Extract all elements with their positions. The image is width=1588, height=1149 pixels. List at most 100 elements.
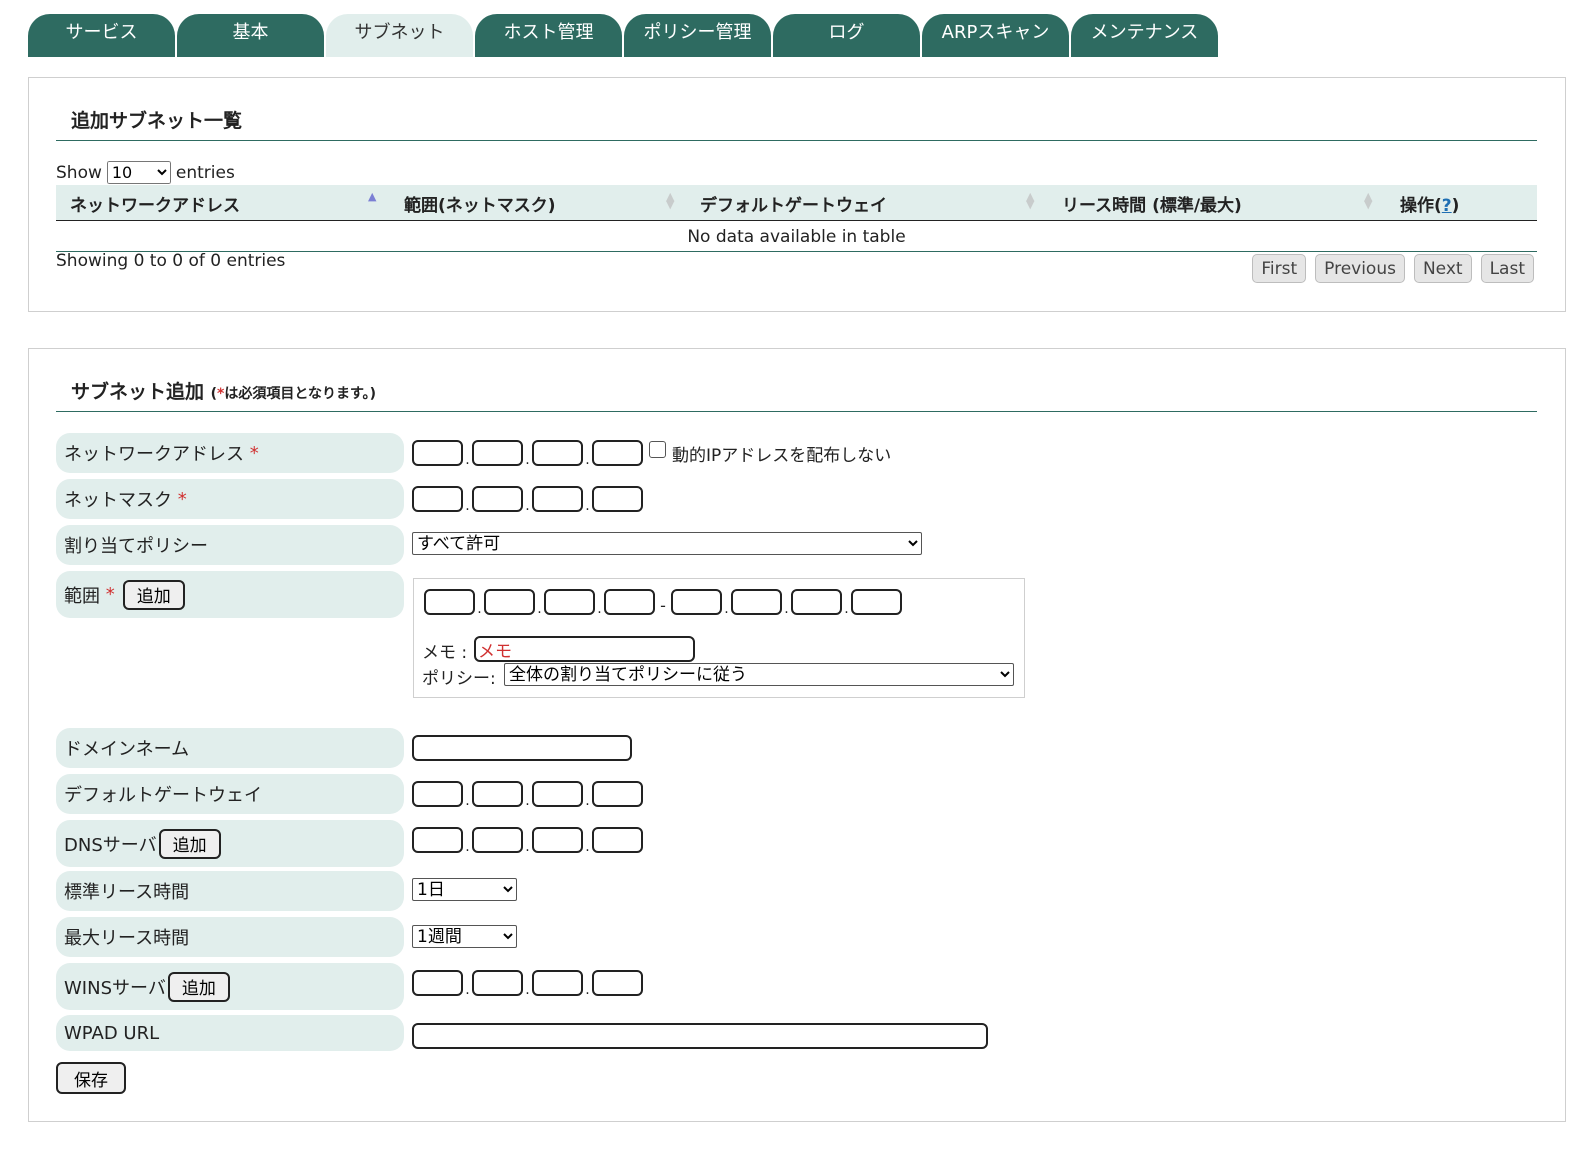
save-button[interactable]: 保存	[56, 1062, 126, 1094]
wins-octet-3[interactable]	[532, 970, 583, 996]
help-link[interactable]: ?	[1442, 196, 1452, 216]
page-size-select[interactable]: 10	[106, 161, 171, 184]
netmask-octet-2[interactable]	[472, 486, 523, 512]
range-start-octet-1[interactable]	[424, 589, 475, 615]
gateway-octet-3[interactable]	[532, 781, 583, 807]
required-mark: *	[249, 442, 259, 464]
required-mark: *	[177, 488, 187, 510]
required-note: (*は必須項目となります。)	[211, 386, 376, 402]
max-lease-label: 最大リース時間	[56, 917, 404, 957]
range-add-button[interactable]: 追加	[122, 579, 185, 610]
max-lease-select[interactable]: 1週間	[412, 925, 517, 948]
domain-name-input[interactable]	[412, 735, 632, 761]
tab-services[interactable]: サービス	[28, 14, 175, 57]
range-end-octet-1[interactable]	[671, 589, 722, 615]
empty-table-message: No data available in table	[56, 222, 1537, 252]
column-default-gateway[interactable]: デフォルトゲートウェイ	[700, 191, 887, 216]
dns-server-label: DNSサーバ 追加	[56, 820, 404, 867]
netmask-input: . . .	[412, 486, 643, 513]
pagination: First Previous Next Last	[1252, 254, 1534, 283]
next-page-button[interactable]: Next	[1413, 254, 1472, 283]
tab-maintenance[interactable]: メンテナンス	[1071, 14, 1218, 57]
netmask-octet-3[interactable]	[532, 486, 583, 512]
range-start-octet-2[interactable]	[484, 589, 535, 615]
default-gateway-input: . . .	[412, 781, 643, 808]
tab-log[interactable]: ログ	[773, 14, 920, 57]
first-page-button[interactable]: First	[1252, 254, 1307, 283]
sort-asc-icon[interactable]: ▲	[368, 191, 376, 202]
show-label: Show	[56, 162, 102, 183]
sort-both-icon[interactable]: ▲ ▼	[1364, 191, 1372, 210]
sort-both-icon[interactable]: ▲ ▼	[666, 191, 674, 210]
netmask-octet-4[interactable]	[592, 486, 643, 512]
previous-page-button[interactable]: Previous	[1315, 254, 1405, 283]
network-address-octet-3[interactable]	[532, 440, 583, 466]
subnet-list-title: 追加サブネット一覧	[71, 110, 243, 132]
range-start-octet-4[interactable]	[604, 589, 655, 615]
dns-octet-1[interactable]	[412, 827, 463, 853]
domain-name-text: ドメインネーム	[64, 739, 190, 760]
no-dynamic-ip-label: 動的IPアドレスを配布しない	[672, 446, 892, 466]
tab-arp-scan[interactable]: ARPスキャン	[922, 14, 1069, 57]
dns-octet-3[interactable]	[532, 827, 583, 853]
gateway-octet-4[interactable]	[592, 781, 643, 807]
policy-label: 割り当てポリシー	[56, 525, 404, 565]
range-end-octet-3[interactable]	[791, 589, 842, 615]
wins-octet-4[interactable]	[592, 970, 643, 996]
tab-subnet[interactable]: サブネット	[326, 14, 473, 57]
subnet-add-heading: サブネット追加	[71, 381, 205, 403]
gateway-octet-1[interactable]	[412, 781, 463, 807]
column-operations: 操作(?)	[1400, 191, 1459, 216]
memo-input[interactable]	[474, 636, 695, 662]
network-address-octet-2[interactable]	[472, 440, 523, 466]
memo-label: メモ :	[422, 643, 468, 663]
column-network-address[interactable]: ネットワークアドレス	[70, 191, 240, 216]
dns-server-text: DNSサーバ	[64, 834, 157, 856]
operations-suffix: )	[1451, 196, 1460, 216]
table-header: ネットワークアドレス ▲ 範囲(ネットマスク) ▲ ▼ デフォルトゲートウェイ ▲…	[56, 185, 1537, 221]
range-end-octet-2[interactable]	[731, 589, 782, 615]
gateway-octet-2[interactable]	[472, 781, 523, 807]
wins-octet-2[interactable]	[472, 970, 523, 996]
sort-both-icon[interactable]: ▲ ▼	[1026, 191, 1034, 210]
subnet-add-title: サブネット追加 (*は必須項目となります。)	[71, 377, 376, 404]
subnet-list-panel: 追加サブネット一覧 Show 10 entries ネットワークアドレス ▲ 範…	[28, 77, 1566, 312]
wpad-url-text: WPAD URL	[64, 1022, 160, 1044]
standard-lease-select[interactable]: 1日	[412, 878, 517, 901]
domain-name-label: ドメインネーム	[56, 728, 404, 768]
dns-server-input: . . .	[412, 827, 643, 854]
tab-host-management[interactable]: ホスト管理	[475, 14, 622, 57]
dns-octet-4[interactable]	[592, 827, 643, 853]
dns-octet-2[interactable]	[472, 827, 523, 853]
table-info: Showing 0 to 0 of 0 entries	[56, 251, 286, 271]
standard-lease-text: 標準リース時間	[64, 882, 190, 903]
range-start-octet-3[interactable]	[544, 589, 595, 615]
netmask-text: ネットマスク	[64, 490, 172, 511]
note-text: は必須項目となります。	[224, 386, 370, 402]
wpad-url-input[interactable]	[412, 1023, 988, 1049]
range-text: 範囲	[64, 585, 100, 607]
network-address-octet-1[interactable]	[412, 440, 463, 466]
range-policy-select[interactable]: 全体の割り当てポリシーに従う	[504, 663, 1014, 686]
policy-text: 割り当てポリシー	[64, 536, 208, 557]
tab-policy-management[interactable]: ポリシー管理	[624, 14, 771, 57]
range-label: 範囲 * 追加	[56, 571, 404, 618]
note-close: )	[369, 386, 376, 402]
dns-add-button[interactable]: 追加	[158, 828, 221, 859]
wins-add-button[interactable]: 追加	[167, 971, 230, 1002]
range-end-octet-4[interactable]	[851, 589, 902, 615]
netmask-label: ネットマスク *	[56, 479, 404, 519]
netmask-octet-1[interactable]	[412, 486, 463, 512]
required-mark: *	[105, 584, 115, 605]
tab-basic[interactable]: 基本	[177, 14, 324, 57]
range-entry-box: . . . - . . . メモ : ポリシー: 全体の割り当てポリシーに従う	[413, 578, 1025, 698]
no-dynamic-ip-checkbox[interactable]	[649, 441, 666, 458]
network-address-octet-4[interactable]	[592, 440, 643, 466]
default-gateway-label: デフォルトゲートウェイ	[56, 774, 404, 814]
column-lease-time[interactable]: リース時間 (標準/最大)	[1062, 191, 1242, 216]
policy-select[interactable]: すべて許可	[412, 532, 922, 555]
wins-octet-1[interactable]	[412, 970, 463, 996]
range-policy-label: ポリシー:	[422, 669, 496, 689]
last-page-button[interactable]: Last	[1480, 254, 1534, 283]
column-range[interactable]: 範囲(ネットマスク)	[404, 191, 556, 216]
